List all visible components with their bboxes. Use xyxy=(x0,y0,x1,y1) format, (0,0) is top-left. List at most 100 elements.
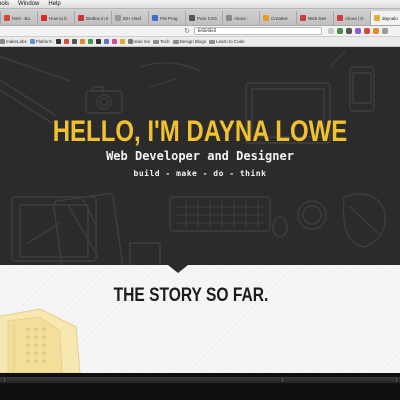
browser-tab[interactable]: Creative xyxy=(259,11,296,25)
url-text: E6E6E6 xyxy=(197,28,217,34)
tab-favicon-icon xyxy=(374,15,380,21)
bookmark-item[interactable]: read me xyxy=(127,39,151,44)
dock-shelf xyxy=(0,377,400,383)
tab-favicon-icon xyxy=(115,15,121,21)
folder-icon xyxy=(153,39,160,44)
story-heading: THE STORY SO FAR. xyxy=(113,285,269,306)
browser-tab[interactable]: Pure CSS xyxy=(185,11,222,25)
section-divider-arrow xyxy=(168,265,188,273)
desktop-dock xyxy=(0,373,400,400)
browser-tab-strip: html - Bo How to b Bedtox in 5 m 50+ Usef Pa… xyxy=(0,9,400,26)
tab-label: Bedtox in 5 m xyxy=(86,15,108,21)
reload-icon[interactable]: ↻ xyxy=(184,27,190,35)
bookmark-item[interactable] xyxy=(103,39,109,44)
bookmark-label: Platform xyxy=(35,39,53,44)
browser-tab[interactable]: Bedtox in 5 m xyxy=(74,11,111,25)
tab-favicon-icon xyxy=(4,15,10,21)
mac-menu-bar: ools Window Help xyxy=(0,0,400,9)
tab-favicon-icon xyxy=(263,15,269,21)
browser-tab[interactable]: 50+ Usef xyxy=(111,11,148,25)
tab-label: Pure CSS xyxy=(197,15,218,21)
hero-title: HELLO, I'M DAYNA LOWE xyxy=(52,115,348,148)
menu-tools[interactable]: ools xyxy=(0,1,9,7)
bookmark-favicon-icon xyxy=(55,39,61,44)
bookmark-item[interactable] xyxy=(111,39,117,44)
tab-label: daynalo xyxy=(382,15,398,21)
bookmark-folder[interactable]: Tech xyxy=(153,39,170,44)
bookmark-favicon-icon xyxy=(95,39,101,44)
bookmark-item[interactable]: Platform xyxy=(29,39,53,44)
notebook-illustration xyxy=(0,308,81,373)
extension-icon[interactable] xyxy=(336,28,343,34)
bookmark-folder[interactable]: Learn to Code xyxy=(209,39,245,44)
tab-label: Creative xyxy=(271,15,288,21)
menu-help[interactable]: Help xyxy=(48,1,60,7)
extension-icon[interactable] xyxy=(372,28,379,34)
menu-window[interactable]: Window xyxy=(18,1,39,7)
star-icon[interactable] xyxy=(327,28,334,34)
extension-icon[interactable] xyxy=(345,28,352,34)
bookmark-favicon-icon xyxy=(119,39,125,44)
tab-label: Web Des xyxy=(308,15,327,21)
bookmark-label: read me xyxy=(133,39,151,44)
browser-tab[interactable]: About | D xyxy=(333,11,370,25)
browser-tab[interactable]: daynalo xyxy=(370,11,400,25)
folder-icon xyxy=(209,39,216,44)
dock-separator xyxy=(4,378,5,382)
bookmark-favicon-icon xyxy=(71,39,77,44)
tab-favicon-icon xyxy=(337,15,343,21)
extension-icon[interactable] xyxy=(354,28,361,34)
tab-label: About - xyxy=(234,15,249,21)
story-section: THE STORY SO FAR. xyxy=(0,265,400,373)
menu-icon[interactable] xyxy=(381,28,388,34)
dock-separator xyxy=(396,378,397,382)
bookmark-item[interactable] xyxy=(79,39,85,44)
tab-favicon-icon xyxy=(226,15,232,21)
hero-section: HELLO, I'M DAYNA LOWE Web Developer and … xyxy=(0,47,400,265)
browser-tab[interactable]: html - Bo xyxy=(0,11,37,25)
bookmark-favicon-icon xyxy=(127,39,133,44)
tab-favicon-icon xyxy=(189,15,195,21)
tab-label: About | D xyxy=(345,15,364,21)
bookmark-favicon-icon xyxy=(0,39,5,44)
extension-icon[interactable] xyxy=(363,28,370,34)
bookmark-folder[interactable]: Design Blogs xyxy=(172,39,207,44)
browser-tab[interactable]: About - xyxy=(222,11,259,25)
browser-tab[interactable]: Pat Prog xyxy=(148,11,185,25)
bookmark-favicon-icon xyxy=(29,39,35,44)
browser-tab[interactable]: Web Des xyxy=(296,11,333,25)
bookmark-label: Learn to Code xyxy=(216,39,245,44)
tab-label: html - Bo xyxy=(12,15,31,21)
bookmark-item[interactable] xyxy=(55,39,61,44)
bookmark-item[interactable] xyxy=(87,39,93,44)
hero-subtitle: Web Developer and Designer xyxy=(106,149,294,163)
bookmark-label: Design Blogs xyxy=(179,39,207,44)
extension-icons xyxy=(327,28,388,34)
folder-icon xyxy=(172,39,179,44)
tab-favicon-icon xyxy=(152,15,158,21)
bookmark-item[interactable] xyxy=(119,39,125,44)
tab-favicon-icon xyxy=(41,15,47,21)
bookmark-label: Tech xyxy=(160,39,170,44)
dock-separator xyxy=(282,378,283,382)
tab-favicon-icon xyxy=(300,15,306,21)
browser-toolbar: ↻ E6E6E6 xyxy=(0,26,400,37)
bookmark-favicon-icon xyxy=(87,39,93,44)
bookmark-favicon-icon xyxy=(111,39,117,44)
tab-label: Pat Prog xyxy=(160,15,178,21)
tab-favicon-icon xyxy=(78,15,84,21)
bookmark-item[interactable] xyxy=(71,39,77,44)
bookmarks-bar: makeLabs Platform read me Tech Design Blogs L… xyxy=(0,37,400,47)
tab-label: How to b xyxy=(49,15,67,21)
bookmark-item[interactable] xyxy=(95,39,101,44)
bookmark-item[interactable]: makeLabs xyxy=(0,39,27,44)
bookmark-favicon-icon xyxy=(103,39,109,44)
bookmark-item[interactable] xyxy=(63,39,69,44)
url-field[interactable]: E6E6E6 xyxy=(193,27,322,35)
tab-label: 50+ Usef xyxy=(123,15,142,21)
bookmark-favicon-icon xyxy=(63,39,69,44)
hero-tagline: build - make - do - think xyxy=(133,169,267,178)
browser-tab[interactable]: How to b xyxy=(37,11,74,25)
bookmark-label: makeLabs xyxy=(6,39,27,44)
bookmark-favicon-icon xyxy=(79,39,85,44)
